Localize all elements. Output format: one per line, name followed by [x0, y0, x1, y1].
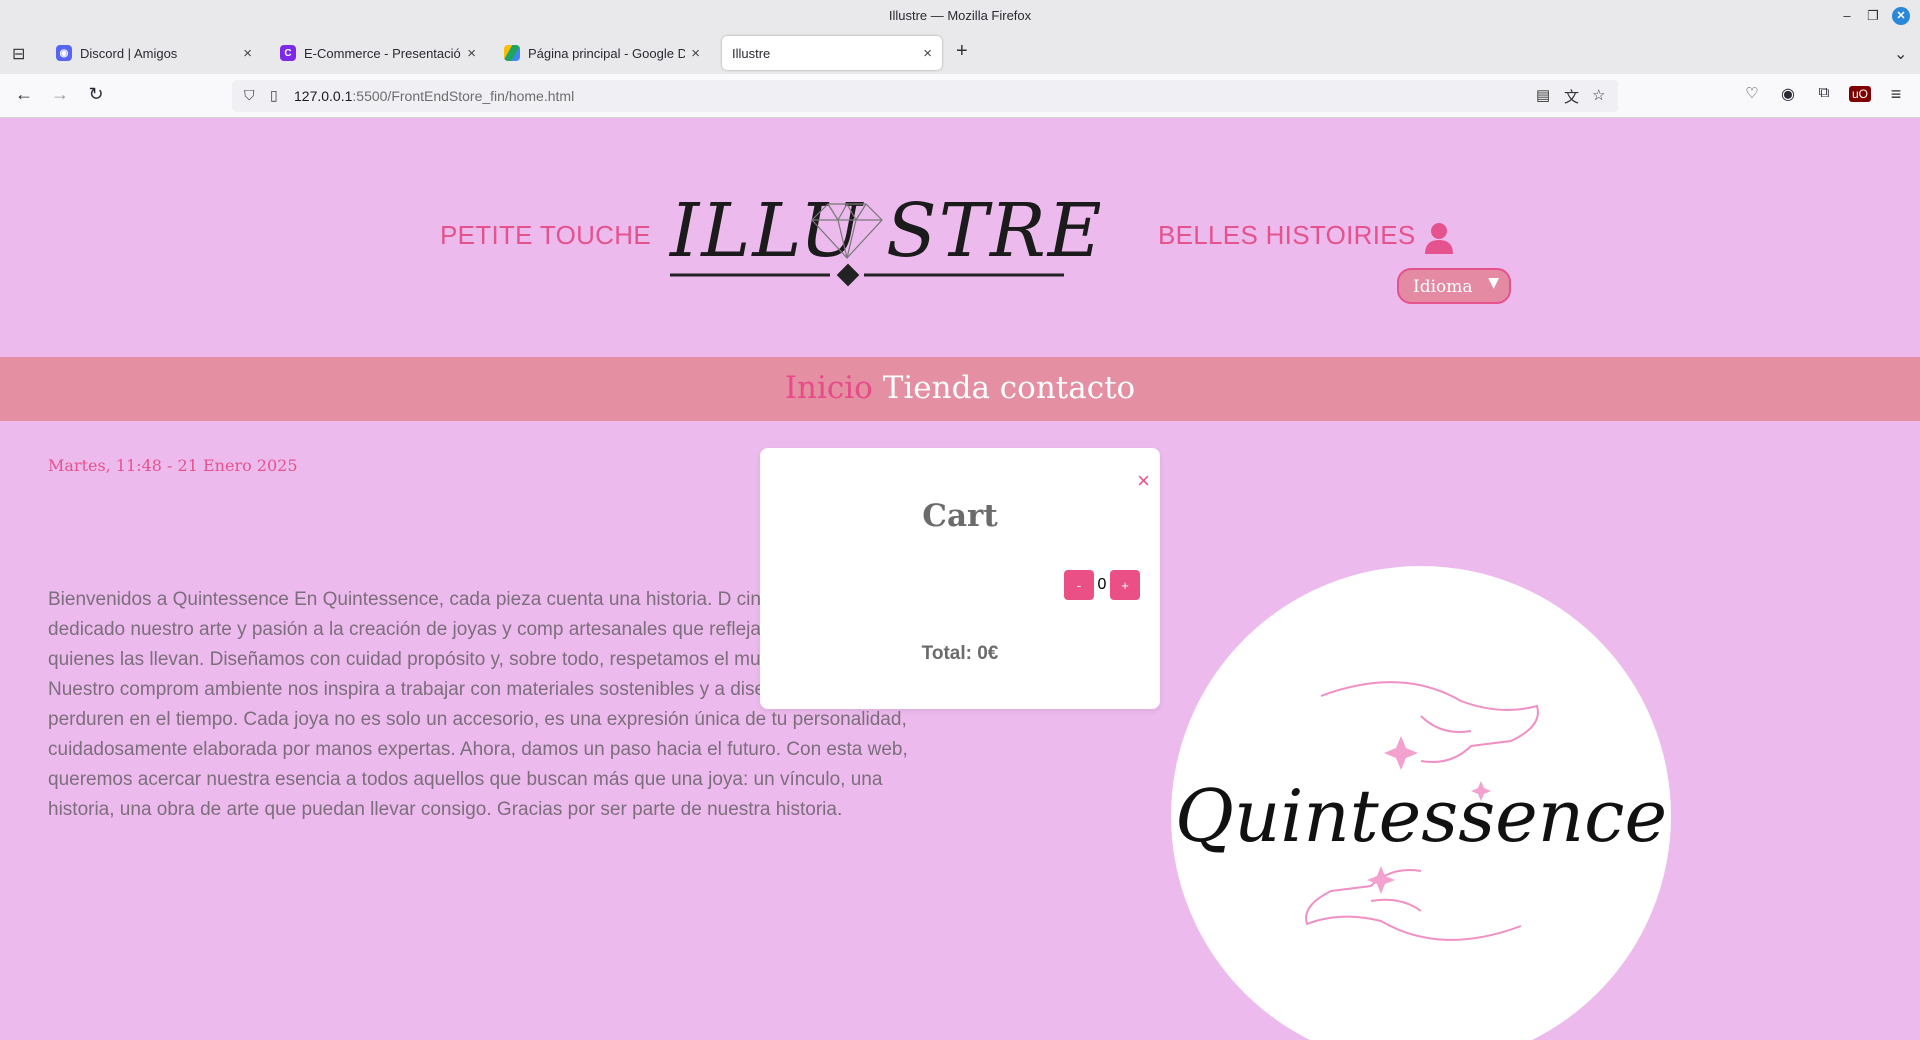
window-titlebar: Illustre — Mozilla Firefox – ❐ ✕ [0, 0, 1920, 32]
new-tab-icon[interactable]: + [956, 40, 968, 63]
cart-total: Total: 0€ [921, 643, 999, 664]
menu-inicio[interactable]: Inicio [785, 370, 873, 406]
cart-title: Cart [922, 498, 998, 534]
restore-icon[interactable]: ❐ [1864, 7, 1882, 25]
quintessence-logo-art: Quintessence [1175, 681, 1667, 941]
tab-overview-icon[interactable]: ⊟ [12, 44, 25, 64]
petite-touche-link[interactable]: PETITE TOUCHE [440, 220, 651, 251]
menu-contacto[interactable]: contacto [1000, 370, 1135, 406]
tab-label: Discord | Amigos [80, 45, 178, 61]
close-tab-icon[interactable]: × [467, 45, 476, 62]
language-select-value: Idioma [1413, 277, 1473, 297]
tab-canva[interactable]: C E-Commerce - Presentación × [270, 36, 486, 70]
tracking-shield-icon[interactable]: ⛉ [244, 87, 255, 104]
close-tab-icon[interactable]: × [923, 45, 932, 62]
quantity-stepper: - 0 + [1064, 570, 1140, 600]
logo-text-right: STRE [886, 188, 1100, 274]
page-info-icon[interactable]: ▯ [270, 87, 278, 104]
menu-tienda[interactable]: Tienda [883, 370, 990, 406]
language-select[interactable]: Idioma ▼ [1397, 268, 1511, 304]
translate-icon[interactable]: 文 [1564, 86, 1579, 107]
discord-icon: ◉ [56, 45, 72, 61]
date-time-display: Martes, 11:48 - 21 Enero 2025 [48, 456, 298, 475]
close-cart-icon[interactable]: × [1137, 468, 1150, 494]
google-drive-icon [504, 45, 520, 61]
canva-icon: C [280, 45, 296, 61]
account-icon[interactable]: ◉ [1776, 84, 1800, 104]
tab-bar: ⊟ ◉ Discord | Amigos × C E-Commerce - Pr… [0, 32, 1920, 74]
menu-hamburger-icon[interactable]: ≡ [1884, 84, 1908, 105]
reload-icon[interactable]: ↻ [84, 84, 108, 105]
tab-google-drive[interactable]: Página principal - Google Dri × [494, 36, 710, 70]
cart-modal: × Cart - 0 + Total: 0€ [760, 448, 1160, 709]
logo-text-left: ILLU [668, 188, 864, 274]
quintessence-brand-image: Quintessence [1171, 566, 1671, 1040]
close-tab-icon[interactable]: × [691, 45, 700, 62]
close-tab-icon[interactable]: × [243, 45, 252, 62]
belles-histoiries-link[interactable]: BELLES HISTOIRIES [1158, 220, 1416, 251]
tab-label: Página principal - Google Dri [528, 45, 686, 61]
minimize-icon[interactable]: – [1838, 7, 1856, 25]
url-host: 127.0.0.1 [294, 88, 353, 104]
pocket-icon[interactable]: ♡ [1740, 84, 1764, 102]
quantity-value: 0 [1097, 576, 1107, 593]
url-bar[interactable]: ⛉ ▯ 127.0.0.1:5500/FrontEndStore_fin/hom… [232, 80, 1618, 112]
tab-label: Illustre [732, 45, 771, 61]
brand-name: Quintessence [1175, 774, 1667, 858]
list-tabs-chevron-icon[interactable]: ⌄ [1894, 44, 1907, 64]
extensions-icon[interactable]: ⧉ [1812, 84, 1836, 101]
ublock-icon[interactable]: uO [1848, 86, 1872, 102]
decrease-quantity-button[interactable]: - [1064, 570, 1094, 600]
tab-label: E-Commerce - Presentación [304, 45, 462, 61]
page-content: PETITE TOUCHE ILLU STRE BELLES HISTOIRIE… [0, 118, 1920, 1040]
illustre-logo[interactable]: ILLU STRE [660, 176, 1100, 296]
tab-illustre[interactable]: Illustre × [722, 36, 942, 70]
back-icon[interactable]: ← [12, 84, 36, 105]
dropdown-caret-icon: ▼ [1488, 275, 1499, 291]
url-path: :5500/FrontEndStore_fin/home.html [352, 88, 575, 104]
navigation-bar: ← → ↻ ⛉ ▯ 127.0.0.1:5500/FrontEndStore_f… [0, 74, 1920, 118]
tab-discord[interactable]: ◉ Discord | Amigos × [46, 36, 262, 70]
reader-view-icon[interactable]: ▤ [1536, 86, 1550, 104]
increase-quantity-button[interactable]: + [1110, 570, 1140, 600]
url-text[interactable]: 127.0.0.1:5500/FrontEndStore_fin/home.ht… [294, 88, 574, 104]
close-window-icon[interactable]: ✕ [1892, 7, 1910, 25]
bookmark-star-icon[interactable]: ☆ [1592, 86, 1605, 104]
forward-icon[interactable]: → [48, 84, 72, 105]
main-menu: Inicio Tienda contacto [0, 357, 1920, 421]
window-title: Illustre — Mozilla Firefox [888, 8, 1032, 23]
user-account-icon[interactable] [1424, 222, 1454, 254]
